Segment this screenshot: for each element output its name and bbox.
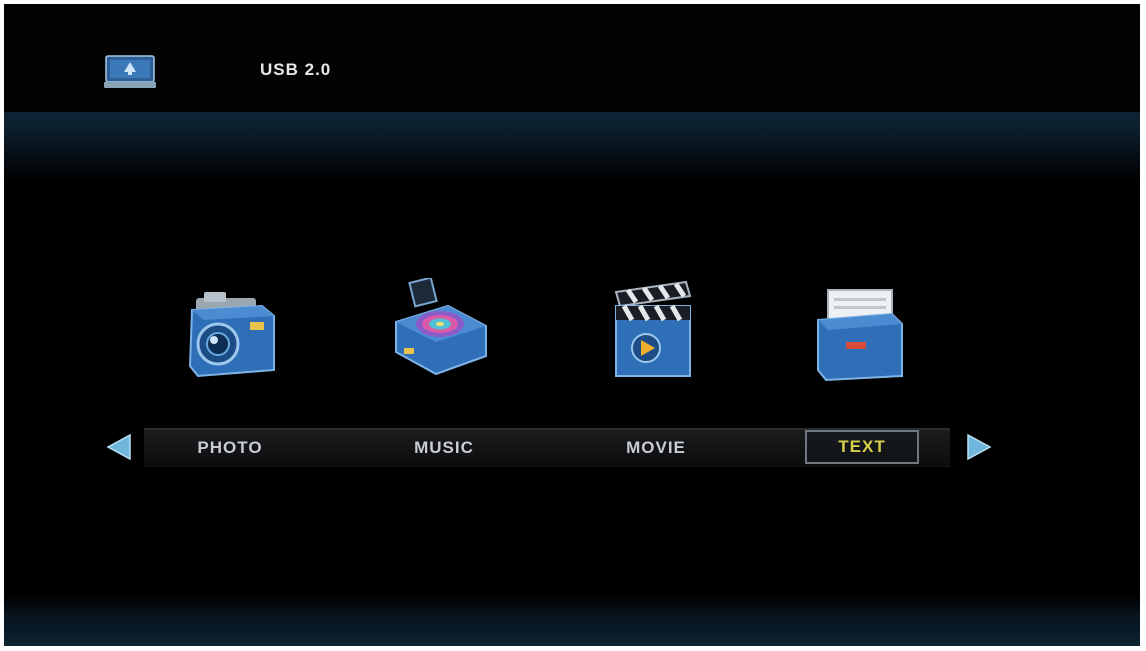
folder-document-icon[interactable] (810, 284, 910, 384)
menu-item-movie[interactable]: MOVIE (600, 436, 712, 460)
menu-item-photo[interactable]: PHOTO (174, 436, 286, 460)
source-label: USB 2.0 (260, 60, 332, 79)
menu-item-text[interactable]: TEXT (805, 430, 919, 464)
music-player-icon[interactable] (390, 278, 490, 378)
camera-icon[interactable] (184, 286, 284, 386)
header-bar: USB 2.0 (4, 4, 1140, 116)
arrow-right-icon[interactable] (964, 432, 994, 462)
menu-item-music[interactable]: MUSIC (388, 436, 500, 460)
footer-glow-band (4, 594, 1140, 646)
usb-device-icon (104, 52, 156, 90)
arrow-left-icon[interactable] (104, 432, 134, 462)
header-glow-band (4, 112, 1140, 182)
media-player-screen: USB 2.0 PHOTO MUSIC MOVIE TEXT (4, 4, 1140, 646)
clapperboard-icon[interactable] (606, 280, 706, 380)
